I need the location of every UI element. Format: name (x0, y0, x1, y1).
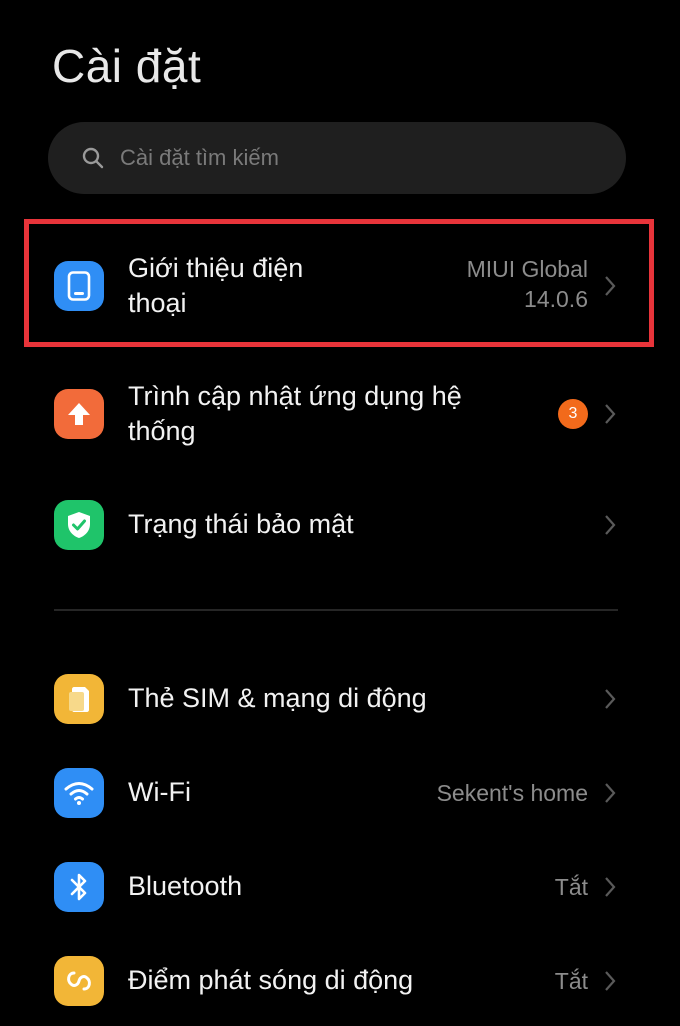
page-title: Cài đặt (52, 40, 202, 92)
sim-network-label: Thẻ SIM & mạng di động (128, 683, 427, 713)
arrow-up-icon (54, 389, 104, 439)
mobile-hotspot-label: Điểm phát sóng di động (128, 965, 414, 995)
system-updater-label-line1: Trình cập nhật ứng dụng hệ (128, 381, 462, 411)
bluetooth-label: Bluetooth (128, 871, 243, 901)
about-phone-label-line1: Giới thiệu điện (128, 253, 304, 283)
phone-icon (54, 261, 104, 311)
settings-item-wifi[interactable]: Wi-Fi Sekent's home (0, 748, 680, 838)
search-bar[interactable] (48, 122, 626, 194)
chevron-right-icon (600, 510, 620, 540)
section-divider (54, 609, 618, 611)
security-status-label: Trạng thái bảo mật (128, 509, 354, 539)
hotspot-icon (54, 956, 104, 1006)
chevron-right-icon (600, 399, 620, 429)
sim-card-icon (54, 674, 104, 724)
settings-item-bluetooth[interactable]: Bluetooth Tắt (0, 842, 680, 932)
mobile-hotspot-status: Tắt (554, 968, 588, 994)
shield-check-icon (54, 500, 104, 550)
chevron-right-icon (600, 271, 620, 301)
settings-item-security-status[interactable]: Trạng thái bảo mật (0, 480, 680, 570)
system-updater-label-line2: thống (128, 416, 196, 446)
wifi-network-name: Sekent's home (436, 780, 588, 806)
search-input[interactable] (120, 145, 580, 171)
search-icon (80, 145, 106, 171)
about-phone-label-line2: thoại (128, 288, 187, 318)
miui-version-line2: 14.0.6 (524, 286, 588, 312)
wifi-label: Wi-Fi (128, 777, 191, 807)
bluetooth-icon (54, 862, 104, 912)
chevron-right-icon (600, 872, 620, 902)
chevron-right-icon (600, 684, 620, 714)
settings-item-system-app-updater[interactable]: Trình cập nhật ứng dụng hệ thống 3 (0, 364, 680, 464)
settings-item-mobile-hotspot[interactable]: Điểm phát sóng di động Tắt (0, 936, 680, 1026)
wifi-icon (54, 768, 104, 818)
bluetooth-status: Tắt (554, 874, 588, 900)
settings-item-sim-mobile-network[interactable]: Thẻ SIM & mạng di động (0, 654, 680, 744)
update-count-badge: 3 (558, 399, 588, 429)
miui-version-line1: MIUI Global (466, 256, 588, 282)
chevron-right-icon (600, 778, 620, 808)
settings-item-about-phone[interactable]: Giới thiệu điện thoại MIUI Global 14.0.6 (0, 236, 680, 336)
chevron-right-icon (600, 966, 620, 996)
